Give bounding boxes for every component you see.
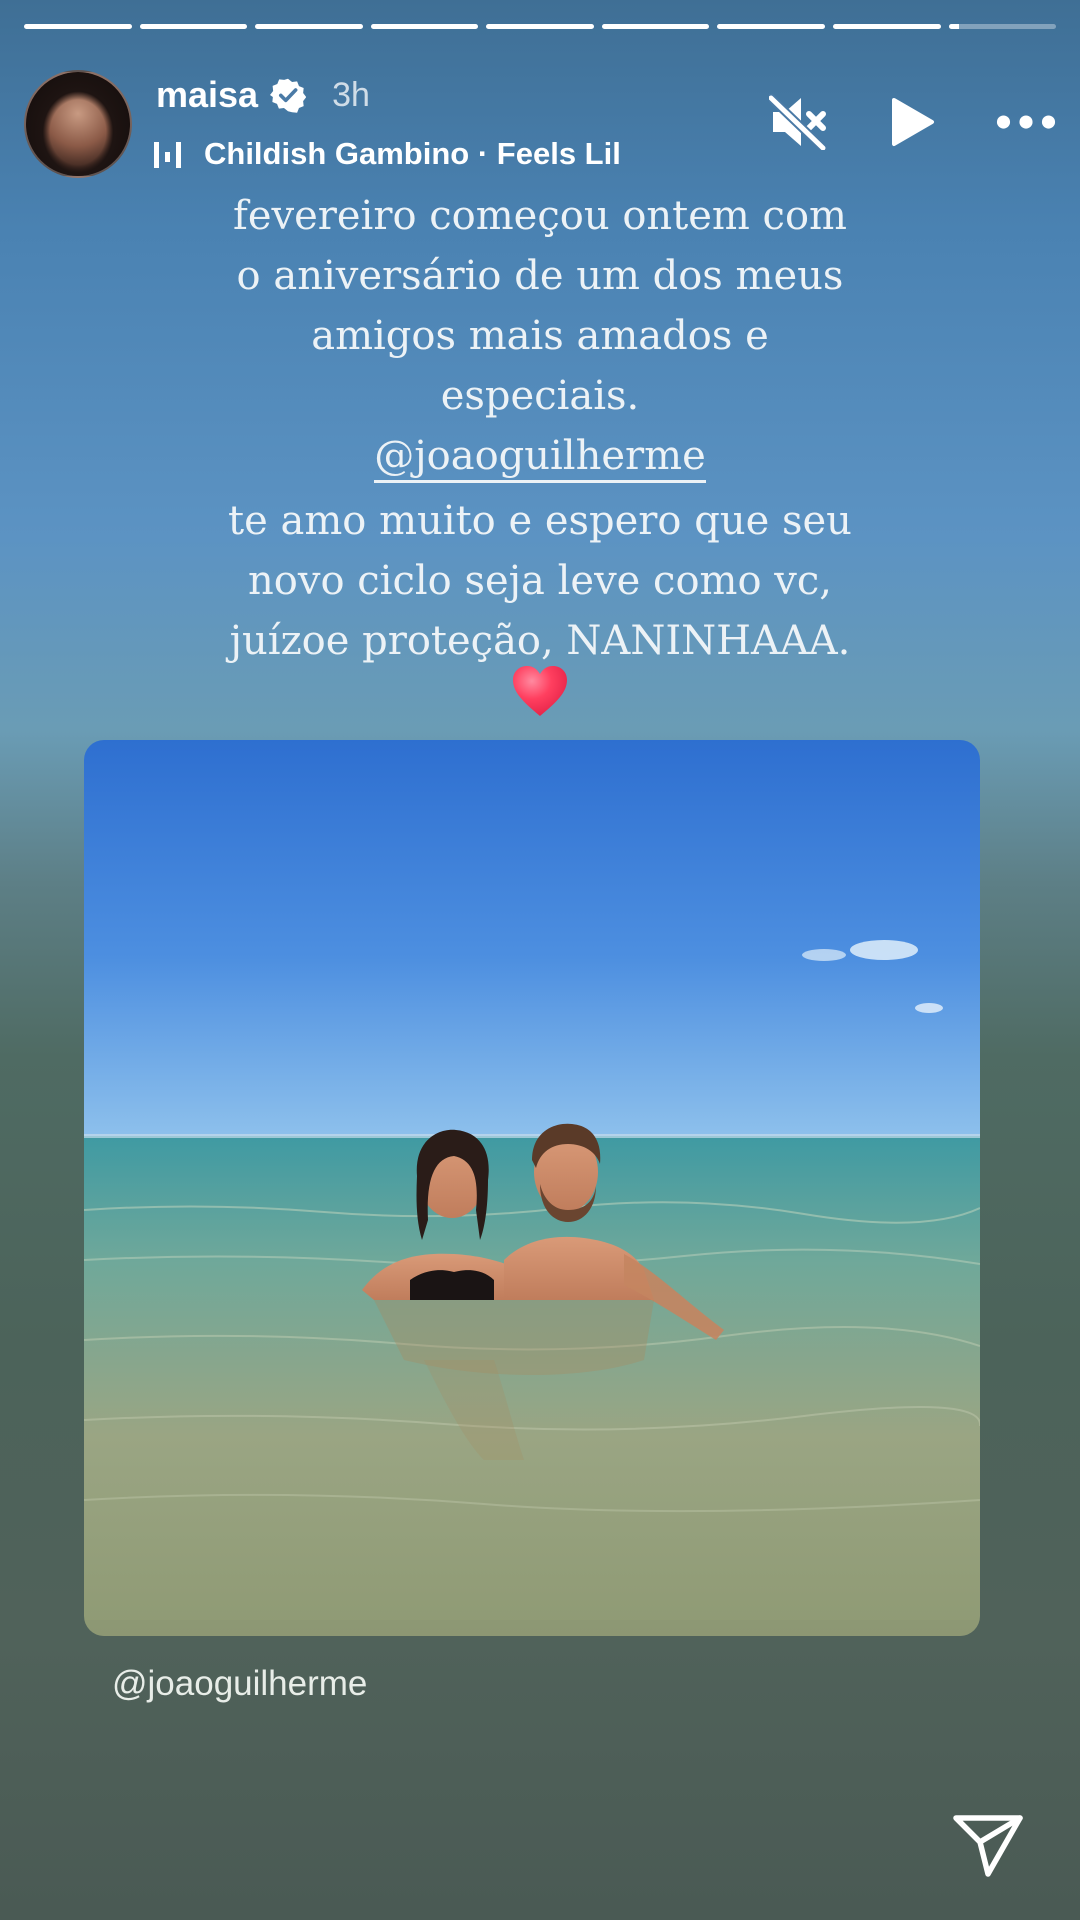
more-options-button[interactable] bbox=[996, 92, 1056, 152]
progress-fill bbox=[948, 24, 960, 29]
avatar-image bbox=[26, 72, 130, 176]
heart-emoji-icon bbox=[513, 666, 567, 716]
share-send-icon[interactable] bbox=[950, 1806, 1026, 1882]
caption-mention-link[interactable]: @joaoguilherme bbox=[374, 432, 706, 483]
play-icon bbox=[892, 98, 934, 146]
caption-line: amigos mais amados e bbox=[311, 313, 769, 359]
beach-photo-image bbox=[84, 740, 980, 1636]
audio-bars-icon bbox=[154, 142, 181, 168]
story-viewer[interactable]: maisa 3h Childish Gambino · Feels Lil fe… bbox=[0, 0, 1080, 1920]
caption-line: fevereiro começou ontem com bbox=[233, 193, 847, 239]
more-dots-icon bbox=[996, 115, 1056, 129]
mention-sticker[interactable]: @joaoguilherme bbox=[112, 1664, 367, 1704]
caption-line: te amo muito e espero que seu bbox=[228, 498, 852, 544]
caption-mention-line: @joaoguilherme bbox=[180, 426, 900, 491]
progress-fill bbox=[255, 24, 363, 29]
caption-line: novo ciclo seja leve como vc, bbox=[248, 558, 832, 604]
play-button[interactable] bbox=[882, 92, 942, 152]
progress-fill bbox=[717, 24, 825, 29]
progress-fill bbox=[601, 24, 710, 29]
avatar[interactable] bbox=[24, 70, 132, 178]
username[interactable]: maisa bbox=[156, 74, 258, 116]
progress-fill bbox=[832, 24, 941, 29]
story-progress-bar bbox=[24, 24, 1057, 29]
progress-segment bbox=[255, 24, 363, 29]
mute-button[interactable] bbox=[768, 92, 828, 152]
music-artist: Childish Gambino bbox=[204, 136, 470, 171]
story-photo bbox=[84, 740, 980, 1636]
progress-fill bbox=[139, 24, 248, 29]
verified-badge-icon bbox=[270, 78, 307, 113]
progress-segment bbox=[24, 24, 132, 29]
progress-segment bbox=[370, 24, 479, 29]
progress-fill bbox=[24, 24, 132, 29]
music-separator: · bbox=[469, 136, 497, 171]
post-time: 3h bbox=[332, 75, 370, 114]
user-row: maisa 3h bbox=[156, 74, 370, 116]
progress-fill bbox=[370, 24, 479, 29]
music-attribution[interactable]: Childish Gambino · Feels Lil bbox=[152, 136, 621, 172]
progress-fill bbox=[486, 24, 594, 29]
progress-segment bbox=[948, 24, 1057, 29]
story-header: maisa 3h Childish Gambino · Feels Lil bbox=[24, 70, 1056, 180]
story-controls bbox=[768, 92, 1056, 152]
progress-segment bbox=[601, 24, 710, 29]
caption-line: o aniversário de um dos meus bbox=[236, 253, 844, 299]
music-track: Feels Lil bbox=[496, 136, 621, 171]
story-caption: fevereiro começou ontem com o aniversári… bbox=[180, 186, 900, 671]
progress-segment bbox=[486, 24, 594, 29]
music-label: Childish Gambino · Feels Lil bbox=[204, 136, 621, 172]
progress-segment bbox=[832, 24, 941, 29]
progress-segment bbox=[717, 24, 825, 29]
caption-line: juízoe proteção, NANINHAAA. bbox=[229, 618, 851, 664]
speaker-muted-icon bbox=[769, 94, 827, 150]
caption-line: especiais. bbox=[440, 373, 640, 419]
progress-segment bbox=[139, 24, 248, 29]
